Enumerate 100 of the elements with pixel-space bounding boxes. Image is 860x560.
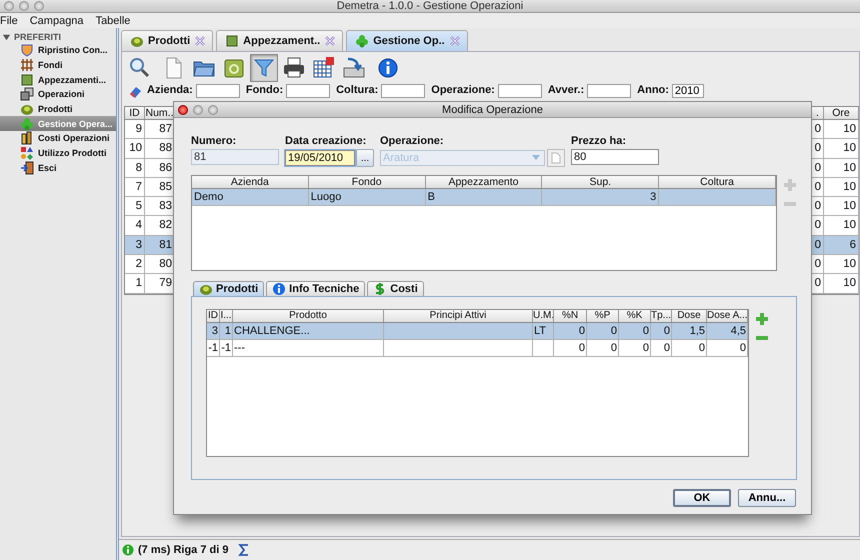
column-header[interactable]: Tp... [651,310,672,322]
input-field[interactable] [381,84,426,98]
sidebar-item[interactable]: Costi Operazioni [0,131,116,146]
zoom-button[interactable] [34,1,44,11]
table-cell: -1 [220,340,233,356]
field-label: Operazione: [431,84,495,96]
column-header[interactable]: Dose A... [707,310,748,322]
table-cell[interactable]: 9 [125,120,145,138]
caret-icon[interactable] [532,155,540,160]
table-cell[interactable]: 10 [824,178,859,196]
sidebar-item[interactable]: Fondi [0,58,116,72]
menu-item[interactable]: Tabelle [96,14,130,26]
column-header[interactable]: Azienda [192,176,309,188]
tab[interactable]: Gestione Op.. [346,30,468,51]
close-icon[interactable] [194,35,206,47]
column-header[interactable]: Appezzamento [426,176,542,188]
sigma-icon[interactable] [238,543,250,557]
tab[interactable]: Info Tecniche [266,281,366,296]
column-header[interactable]: %N [554,310,587,322]
table-cell[interactable]: 1 [125,274,145,293]
table-cell[interactable]: 8 [125,158,145,177]
table-row[interactable]: 3 1 CHALLENGE... LT 0 0 0 0 1,5 4,5 [207,323,748,340]
table-cell[interactable]: 10 [824,216,859,235]
shapes-icon [20,146,34,160]
tab[interactable]: Prodotti [193,281,264,296]
input-field[interactable]: 2010 [672,84,704,98]
table-cell: 1 [220,323,233,339]
disclosure-icon[interactable] [2,32,11,42]
zoom-button[interactable] [208,104,218,114]
table-cell[interactable]: 10 [824,274,859,293]
menu-item[interactable]: Campagna [30,14,84,26]
input-field[interactable] [286,84,330,98]
column-header[interactable]: ID [207,310,220,322]
table-cell: 3 [542,189,660,205]
table-cell[interactable]: 10 [824,197,859,216]
exit-icon [20,160,34,175]
column-header[interactable]: Coltura [659,176,776,188]
close-icon[interactable] [448,35,461,47]
field-label: Coltura: [336,84,378,96]
table-cell[interactable]: 0 [812,236,824,254]
date-picker-button[interactable]: ... [356,149,374,167]
export-icon [342,56,366,80]
table-cell[interactable]: 4 [125,216,145,235]
column-header[interactable]: Dose [672,310,707,322]
eraser-icon[interactable] [128,84,142,98]
input-field[interactable]: 19/05/2010 [285,150,355,166]
column-header[interactable]: %P [587,310,619,322]
table-cell: 0 [619,323,651,339]
column-header[interactable]: I... [220,310,233,322]
sidebar-item[interactable]: Operazioni [0,87,116,102]
close-icon[interactable] [324,35,336,47]
column-header[interactable]: Fondo [308,176,426,188]
table-cell[interactable]: 2 [125,255,145,274]
table-cell[interactable]: 10 [824,255,859,274]
minimize-button[interactable] [193,104,203,114]
column-header[interactable]: ID [125,107,145,119]
column-header[interactable]: %K [619,310,651,322]
square-icon [20,72,34,87]
table-cell[interactable]: 7 [125,178,145,196]
table-row[interactable]: -1 -1 --- 0 0 0 0 0 0 [207,340,748,357]
input-field[interactable] [196,84,240,98]
table-cell[interactable]: 10 [125,139,145,158]
column-header[interactable]: Principi Attivi [384,310,533,322]
input-field[interactable] [498,84,542,98]
table-cell[interactable]: 10 [824,158,859,177]
tab[interactable]: Costi [367,281,424,296]
input-field[interactable] [587,84,632,98]
table-cell: 0 [587,323,619,339]
menu-item[interactable]: File [0,14,18,26]
table-cell: --- [233,340,384,356]
sidebar-item[interactable]: Gestione Opera... [0,116,116,132]
table-cell: 0 [554,323,587,339]
coins-icon [20,131,34,146]
input-field[interactable]: 80 [571,149,659,165]
field-label: Azienda: [147,84,193,96]
column-header[interactable]: Prodotto [233,310,384,322]
tab[interactable]: Prodotti [121,30,214,51]
table-row[interactable]: Demo Luogo B 3 [192,189,776,206]
sidebar-item[interactable]: Prodotti [0,102,116,116]
sidebar-item[interactable]: Appezzamenti... [0,72,116,88]
sidebar-item[interactable]: Esci [0,160,116,176]
document-icon [551,152,561,164]
sidebar-item[interactable]: Utilizzo Prodotti [0,146,116,160]
dialog-button[interactable]: Annu... [738,489,796,507]
document-button[interactable] [547,149,565,167]
field-label: Data creazione: [285,135,368,147]
table-cell[interactable]: 5 [125,197,145,216]
sidebar-item[interactable]: Ripristino Con... [0,43,116,58]
dialog-button[interactable]: OK [673,489,731,507]
close-button[interactable] [178,104,188,114]
table-cell[interactable]: 10 [824,120,859,138]
tab[interactable]: Appezzament.. [216,30,344,51]
column-header[interactable]: U.M. [533,310,554,322]
column-header[interactable]: Ore [824,107,859,119]
table-cell[interactable]: 10 [824,139,859,158]
dialog-title: Modifica Operazione [441,104,544,116]
minimize-button[interactable] [19,1,29,11]
plus-icon[interactable] [755,312,769,326]
field-label: Numero: [191,135,238,147]
column-header[interactable]: Sup. [542,176,660,188]
